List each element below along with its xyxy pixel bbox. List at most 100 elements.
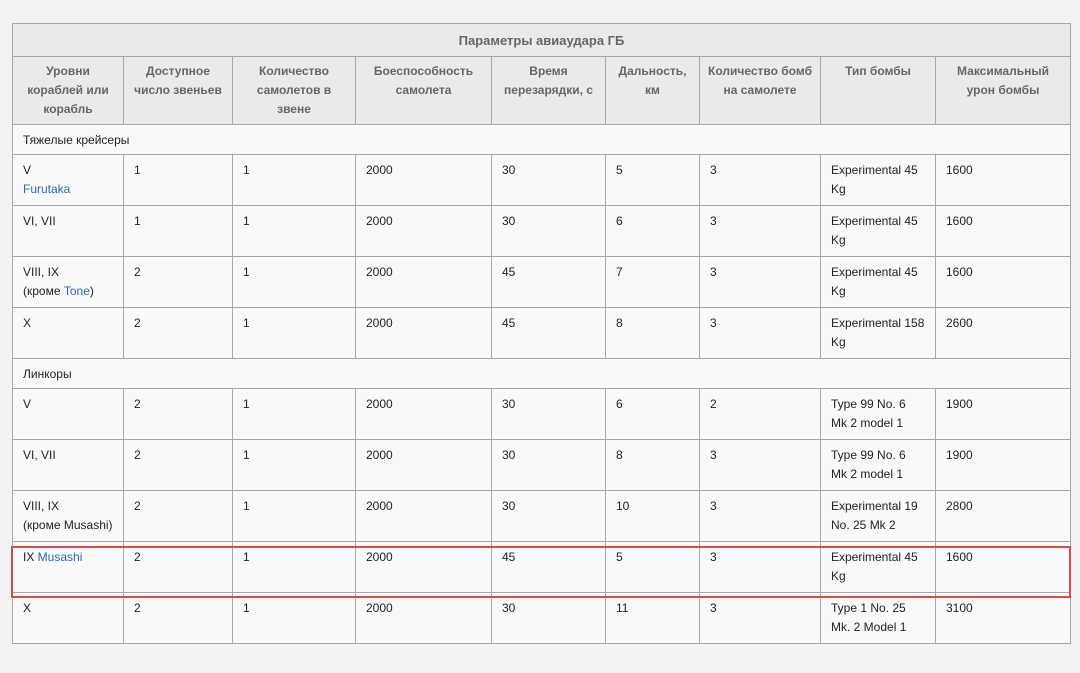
cell-damage: 1900: [935, 439, 1071, 491]
table-row: VI, VII 2 1 2000 30 8 3 Type 99 No. 6 Mk 2 mode…: [12, 439, 1071, 491]
group-label: Тяжелые крейсеры: [12, 124, 1071, 155]
cell-hp: 2000: [355, 388, 492, 440]
cell-bombs: 3: [699, 256, 821, 308]
cell-range: 5: [605, 541, 700, 593]
table-row: V 2 1 2000 30 6 2 Type 99 No. 6 Mk 2 model 1 190…: [12, 388, 1071, 440]
cell-damage: 2600: [935, 307, 1071, 359]
header-bombs: Количество бомб на самолете: [699, 56, 821, 125]
cell-hp: 2000: [355, 307, 492, 359]
cell-range: 10: [605, 490, 700, 542]
table-body: Тяжелые крейсеры V Furutaka 1 1 2000 30 5 3 Exper…: [12, 124, 1071, 644]
cell-bombs: 3: [699, 307, 821, 359]
cell-tier: V: [12, 388, 124, 440]
cell-damage: 2800: [935, 490, 1071, 542]
cell-bomb-type: Experimental 45 Kg: [820, 154, 936, 206]
table-row: X 2 1 2000 45 8 3 Experimental 158 Kg 2600: [12, 307, 1071, 359]
header-tier: Уровни кораблей или корабль: [12, 56, 124, 125]
cell-planes: 1: [232, 307, 356, 359]
cell-hp: 2000: [355, 541, 492, 593]
note-text: ): [89, 284, 94, 298]
cell-damage: 1900: [935, 388, 1071, 440]
cell-damage: 1600: [935, 541, 1071, 593]
cell-reload: 45: [491, 307, 606, 359]
header-row: Уровни кораблей или корабль Доступное чи…: [12, 56, 1071, 125]
cell-range: 8: [605, 439, 700, 491]
cell-planes: 1: [232, 205, 356, 257]
cell-range: 7: [605, 256, 700, 308]
header-hp: Боеспособность самолета: [355, 56, 492, 125]
note-text: (кроме: [23, 284, 64, 298]
cell-bomb-type: Experimental 19 No. 25 Mk 2: [820, 490, 936, 542]
table-row: V Furutaka 1 1 2000 30 5 3 Experimental 45 Kg 160…: [12, 154, 1071, 206]
cell-hp: 2000: [355, 490, 492, 542]
tier-note: (кроме Musashi): [23, 518, 113, 532]
cell-bomb-type: Experimental 45 Kg: [820, 256, 936, 308]
cell-tier: VIII, IX (кроме Tone): [12, 256, 124, 308]
page: Параметры авиаудара ГБ Уровни кораблей и…: [0, 0, 1080, 673]
cell-hp: 2000: [355, 256, 492, 308]
cell-flights: 2: [123, 592, 233, 644]
cell-tier: X: [12, 592, 124, 644]
cell-bombs: 3: [699, 439, 821, 491]
header-reload: Время перезарядки, с: [491, 56, 606, 125]
cell-bombs: 3: [699, 205, 821, 257]
cell-flights: 2: [123, 307, 233, 359]
group-row: Линкоры: [12, 358, 1071, 389]
table-row-highlighted: IX Musashi 2 1 2000 45 5 3 Experimental 45 Kg 16…: [12, 541, 1071, 593]
cell-hp: 2000: [355, 205, 492, 257]
ship-link[interactable]: Musashi: [38, 550, 83, 564]
cell-reload: 45: [491, 541, 606, 593]
table-row: X 2 1 2000 30 11 3 Type 1 No. 25 Mk. 2 Model 13…: [12, 592, 1071, 644]
tier-label: X: [23, 601, 32, 615]
table-row: VI, VII 1 1 2000 30 6 3 Experimental 45 Kg 1600: [12, 205, 1071, 257]
cell-tier: V Furutaka: [12, 154, 124, 206]
group-label: Линкоры: [12, 358, 1071, 389]
cell-tier: VIII, IX (кроме Musashi): [12, 490, 124, 542]
cell-hp: 2000: [355, 592, 492, 644]
tier-label: VI, VII: [23, 214, 56, 228]
cell-range: 8: [605, 307, 700, 359]
cell-reload: 45: [491, 256, 606, 308]
cell-planes: 1: [232, 439, 356, 491]
cell-flights: 2: [123, 388, 233, 440]
tier-label: V: [23, 397, 32, 411]
cell-reload: 30: [491, 592, 606, 644]
cell-flights: 2: [123, 541, 233, 593]
cell-flights: 2: [123, 439, 233, 491]
cell-bombs: 3: [699, 592, 821, 644]
cell-range: 11: [605, 592, 700, 644]
table-row: VIII, IX (кроме Tone) 2 1 2000 45 7 3 Experiment…: [12, 256, 1071, 308]
cell-range: 6: [605, 388, 700, 440]
cell-hp: 2000: [355, 154, 492, 206]
tier-label: V: [23, 163, 32, 177]
cell-tier: VI, VII: [12, 205, 124, 257]
tier-label: VIII, IX: [23, 265, 60, 279]
cell-bombs: 3: [699, 490, 821, 542]
cell-damage: 1600: [935, 205, 1071, 257]
cell-range: 5: [605, 154, 700, 206]
ship-link[interactable]: Furutaka: [23, 182, 70, 196]
cell-planes: 1: [232, 592, 356, 644]
header-range: Дальность, км: [605, 56, 700, 125]
table-caption: Параметры авиаудара ГБ: [12, 23, 1071, 57]
cell-planes: 1: [232, 388, 356, 440]
header-flights: Доступное число звеньев: [123, 56, 233, 125]
cell-bombs: 3: [699, 541, 821, 593]
group-row: Тяжелые крейсеры: [12, 124, 1071, 155]
airstrike-parameters-table: Параметры авиаудара ГБ Уровни кораблей и…: [12, 23, 1071, 644]
table-row: VIII, IX (кроме Musashi) 2 1 2000 30 10 3 Experi…: [12, 490, 1071, 542]
cell-reload: 30: [491, 490, 606, 542]
cell-tier: X: [12, 307, 124, 359]
cell-bomb-type: Experimental 45 Kg: [820, 205, 936, 257]
tier-label: IX: [23, 550, 38, 564]
cell-bomb-type: Type 99 No. 6 Mk 2 model 1: [820, 439, 936, 491]
cell-planes: 1: [232, 256, 356, 308]
cell-planes: 1: [232, 154, 356, 206]
cell-tier: VI, VII: [12, 439, 124, 491]
cell-tier: IX Musashi: [12, 541, 124, 593]
cell-reload: 30: [491, 388, 606, 440]
cell-bombs: 3: [699, 154, 821, 206]
ship-link[interactable]: Tone: [64, 284, 90, 298]
cell-hp: 2000: [355, 439, 492, 491]
tier-label: X: [23, 316, 32, 330]
